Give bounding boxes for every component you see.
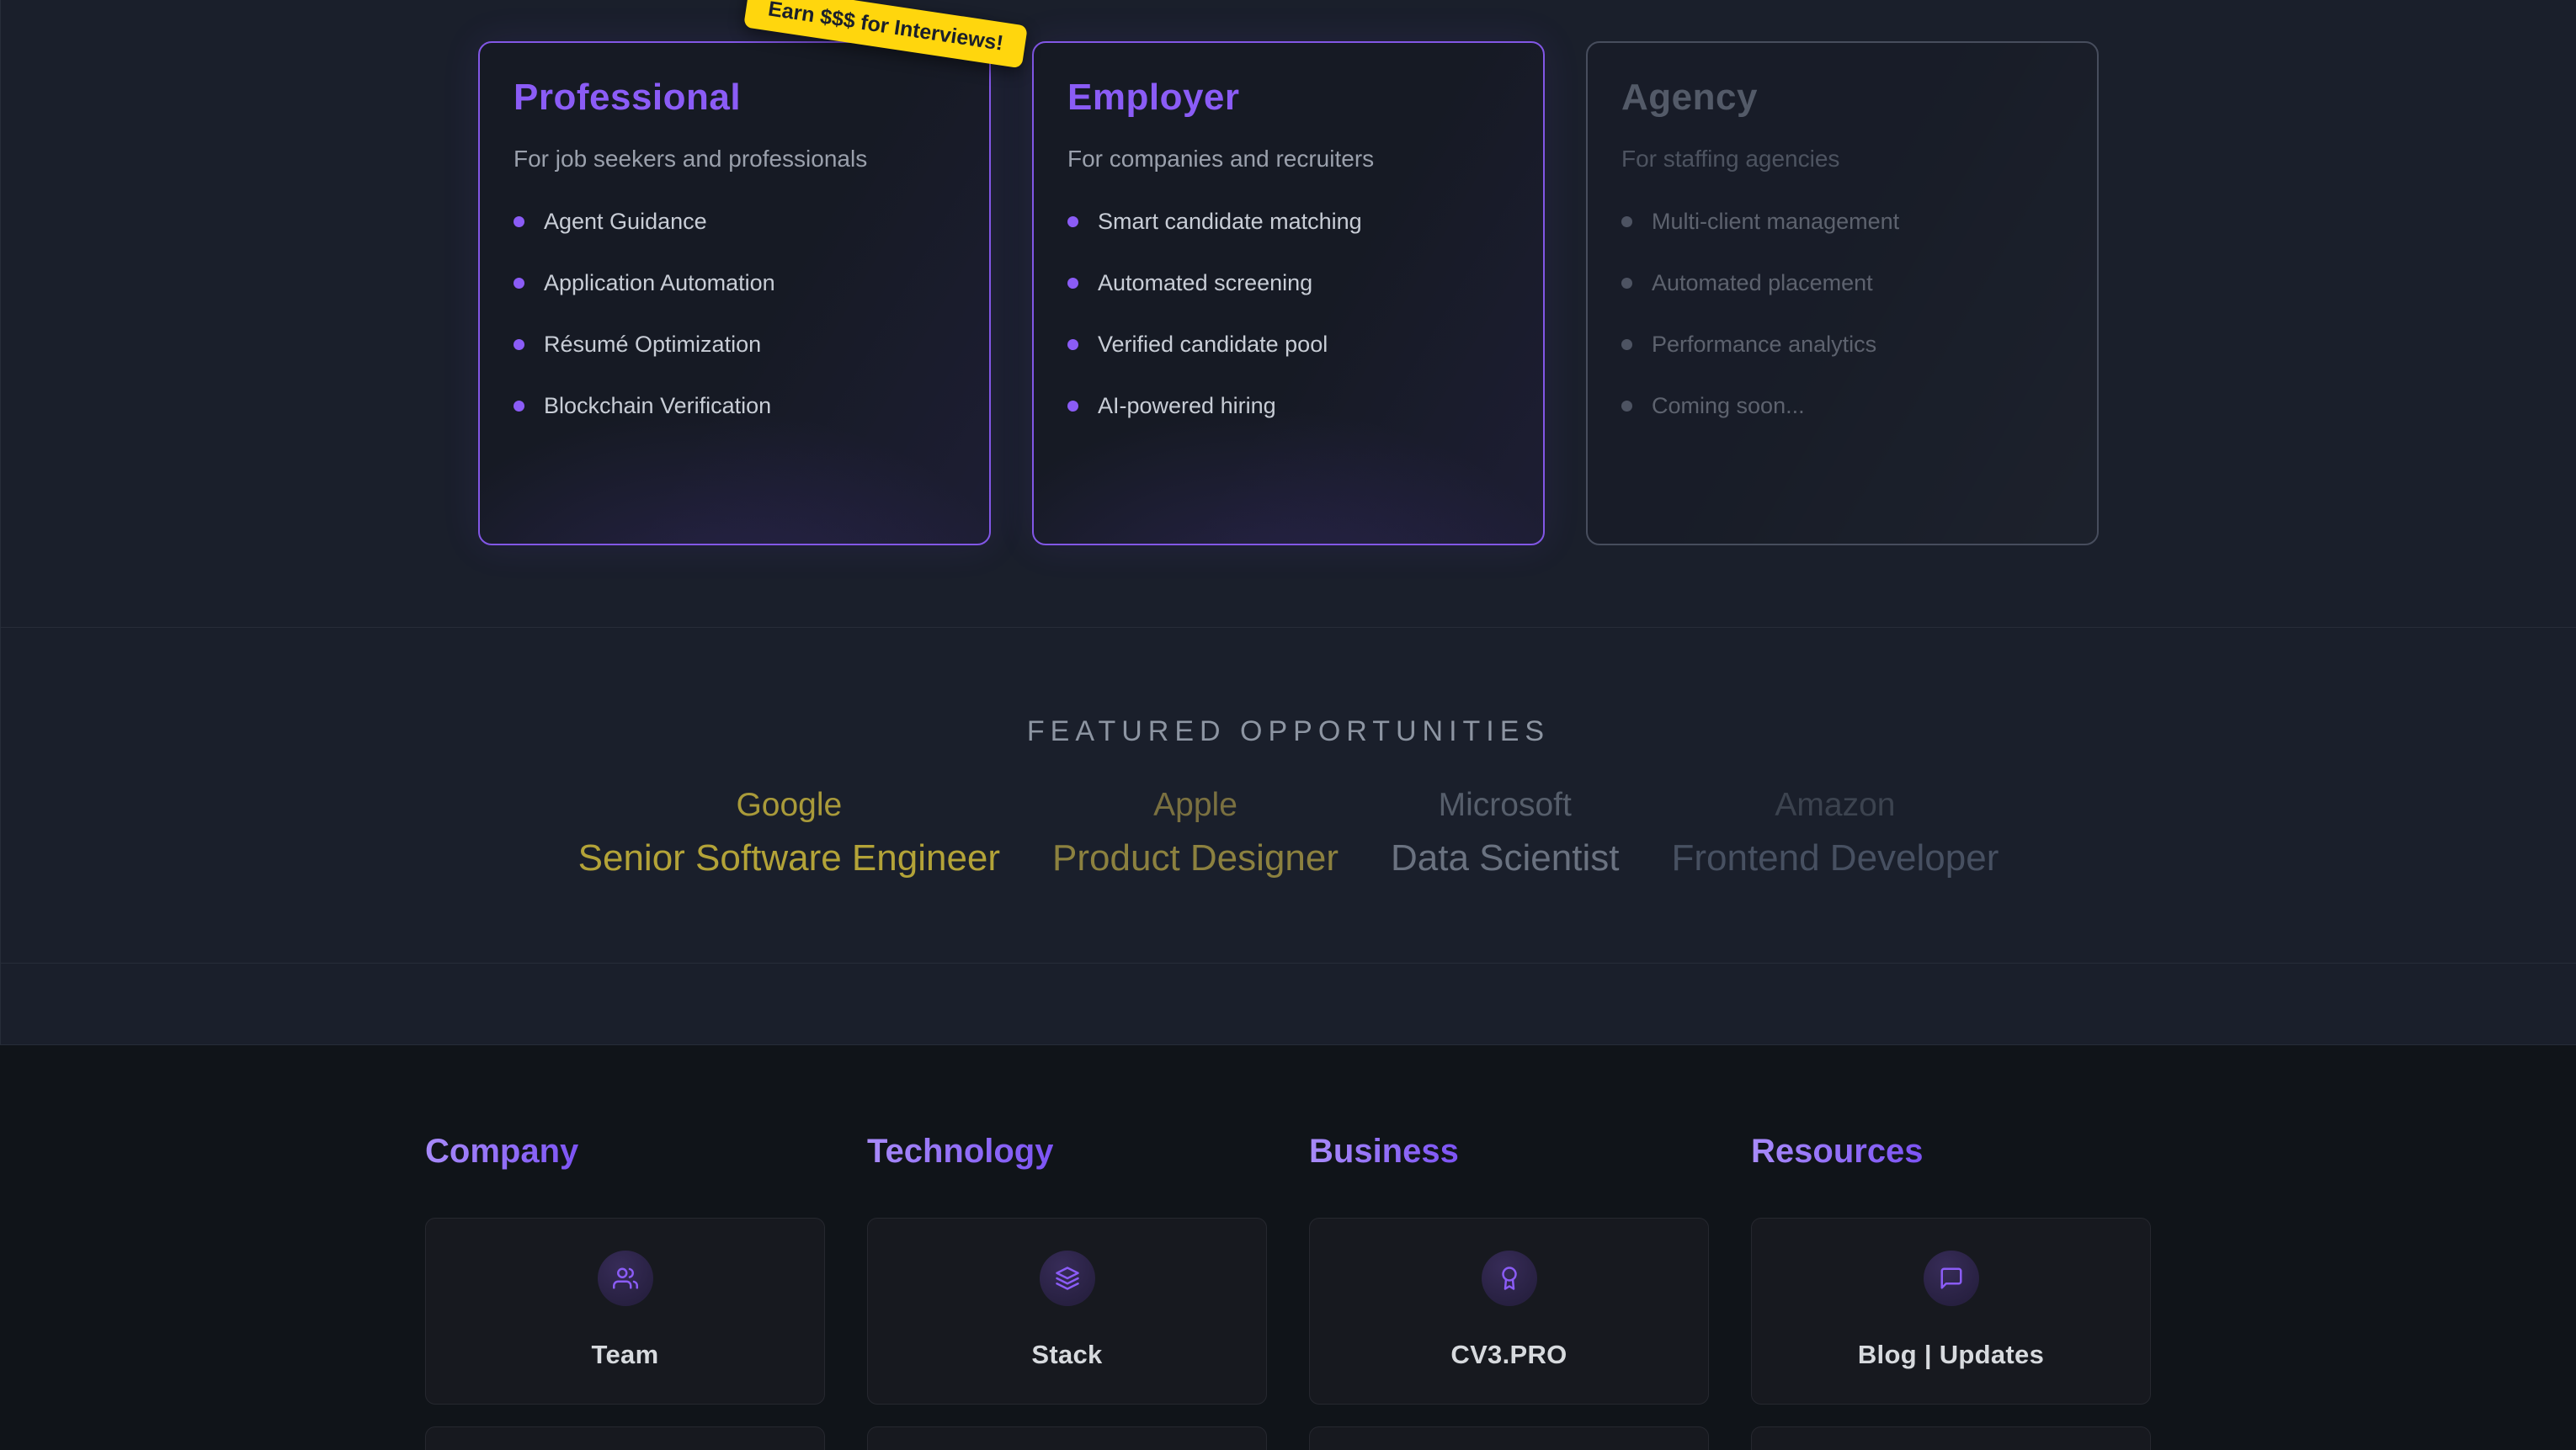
award-icon [1497,1266,1522,1291]
footer-card-blog[interactable]: Blog | Updates [1751,1218,2151,1405]
featured-items-row: Google Senior Software Engineer Apple Pr… [1,787,2576,879]
footer-heading: Technology [867,1133,1053,1171]
company-name: Amazon [1671,787,1999,824]
plan-title: Professional [514,77,955,119]
feature-label: Verified candidate pool [1098,332,1328,358]
feature-label: Coming soon... [1652,393,1805,419]
icon-circle [1040,1251,1095,1306]
feature-item: Coming soon... [1621,375,2063,437]
feature-label: Application Automation [544,270,775,296]
role-title: Frontend Developer [1671,837,1999,879]
plan-card-agency: Agency For staffing agencies Multi-clien… [1586,41,2099,545]
feature-item: AI-powered hiring [1067,375,1509,437]
plan-card-employer[interactable]: Employer For companies and recruiters Sm… [1032,41,1545,545]
footer: Company Team Technology [0,1044,2576,1450]
feature-label: Performance analytics [1652,332,1876,358]
plans-section: Earn $$$ for Interviews! Professional Fo… [1,0,2576,627]
plan-title: Employer [1067,77,1509,119]
featured-item-google[interactable]: Google Senior Software Engineer [578,787,1000,879]
company-name: Microsoft [1391,787,1619,824]
bullet-dot [514,339,524,350]
footer-card-partial[interactable] [1751,1426,2151,1450]
bullet-dot [514,216,524,227]
footer-card-partial[interactable] [867,1426,1267,1450]
footer-column-technology: Technology Stack [867,1133,1267,1450]
featured-heading: FEATURED OPPORTUNITIES [1,715,2576,748]
feature-label: Blockchain Verification [544,393,771,419]
feature-item: Performance analytics [1621,314,2063,375]
featured-item-apple[interactable]: Apple Product Designer [1052,787,1339,879]
message-square-icon [1939,1266,1964,1291]
page-body: Earn $$$ for Interviews! Professional Fo… [0,0,2576,1044]
plan-subtitle: For job seekers and professionals [514,146,955,173]
role-title: Data Scientist [1391,837,1619,879]
footer-column-company: Company Team [425,1133,825,1450]
footer-heading: Business [1309,1133,1459,1171]
bullet-dot [1067,401,1078,412]
bullet-dot [1621,278,1632,289]
bullet-dot [1067,339,1078,350]
feature-item: Smart candidate matching [1067,191,1509,252]
plan-subtitle: For staffing agencies [1621,146,2063,173]
footer-card-team[interactable]: Team [425,1218,825,1405]
role-title: Senior Software Engineer [578,837,1000,879]
feature-item: Agent Guidance [514,191,955,252]
bullet-dot [1621,401,1632,412]
footer-grid: Company Team Technology [425,1133,2151,1450]
company-name: Apple [1052,787,1339,824]
footer-heading: Company [425,1133,578,1171]
feature-label: Smart candidate matching [1098,209,1362,235]
bullet-dot [1067,278,1078,289]
feature-item: Automated screening [1067,252,1509,314]
footer-column-resources: Resources Blog | Updates [1751,1133,2151,1450]
feature-item: Résumé Optimization [514,314,955,375]
icon-circle [1482,1251,1537,1306]
feature-item: Application Automation [514,252,955,314]
plan-feature-list: Multi-client management Automated placem… [1621,191,2063,437]
plan-feature-list: Smart candidate matching Automated scree… [1067,191,1509,437]
plan-card-professional[interactable]: Professional For job seekers and profess… [478,41,991,545]
feature-item: Verified candidate pool [1067,314,1509,375]
feature-item: Automated placement [1621,252,2063,314]
feature-label: AI-powered hiring [1098,393,1276,419]
layers-icon [1055,1266,1080,1291]
featured-item-amazon[interactable]: Amazon Frontend Developer [1671,787,1999,879]
feature-item: Multi-client management [1621,191,2063,252]
feature-label: Agent Guidance [544,209,707,235]
footer-card-partial[interactable] [1309,1426,1709,1450]
plan-title: Agency [1621,77,2063,119]
footer-card-cv3pro[interactable]: CV3.PRO [1309,1218,1709,1405]
featured-item-microsoft[interactable]: Microsoft Data Scientist [1391,787,1619,879]
company-name: Google [578,787,1000,824]
footer-card-label: Blog | Updates [1858,1340,2044,1370]
role-title: Product Designer [1052,837,1339,879]
footer-card-stack[interactable]: Stack [867,1218,1267,1405]
bullet-dot [1621,216,1632,227]
feature-label: Automated placement [1652,270,1873,296]
bullet-dot [1621,339,1632,350]
feature-item: Blockchain Verification [514,375,955,437]
bullet-dot [514,278,524,289]
footer-card-partial[interactable] [425,1426,825,1450]
ticker-strip [1,963,2576,1044]
footer-column-business: Business CV3.PRO [1309,1133,1709,1450]
feature-label: Automated screening [1098,270,1312,296]
featured-section: FEATURED OPPORTUNITIES Google Senior Sof… [1,627,2576,963]
footer-card-label: Stack [1031,1340,1102,1370]
footer-card-label: CV3.PRO [1450,1340,1567,1370]
bullet-dot [514,401,524,412]
users-icon [613,1266,638,1291]
footer-card-label: Team [592,1340,659,1370]
footer-heading: Resources [1751,1133,1924,1171]
plan-subtitle: For companies and recruiters [1067,146,1509,173]
feature-label: Résumé Optimization [544,332,761,358]
bullet-dot [1067,216,1078,227]
feature-label: Multi-client management [1652,209,1899,235]
icon-circle [598,1251,653,1306]
plan-feature-list: Agent Guidance Application Automation Ré… [514,191,955,437]
icon-circle [1924,1251,1979,1306]
